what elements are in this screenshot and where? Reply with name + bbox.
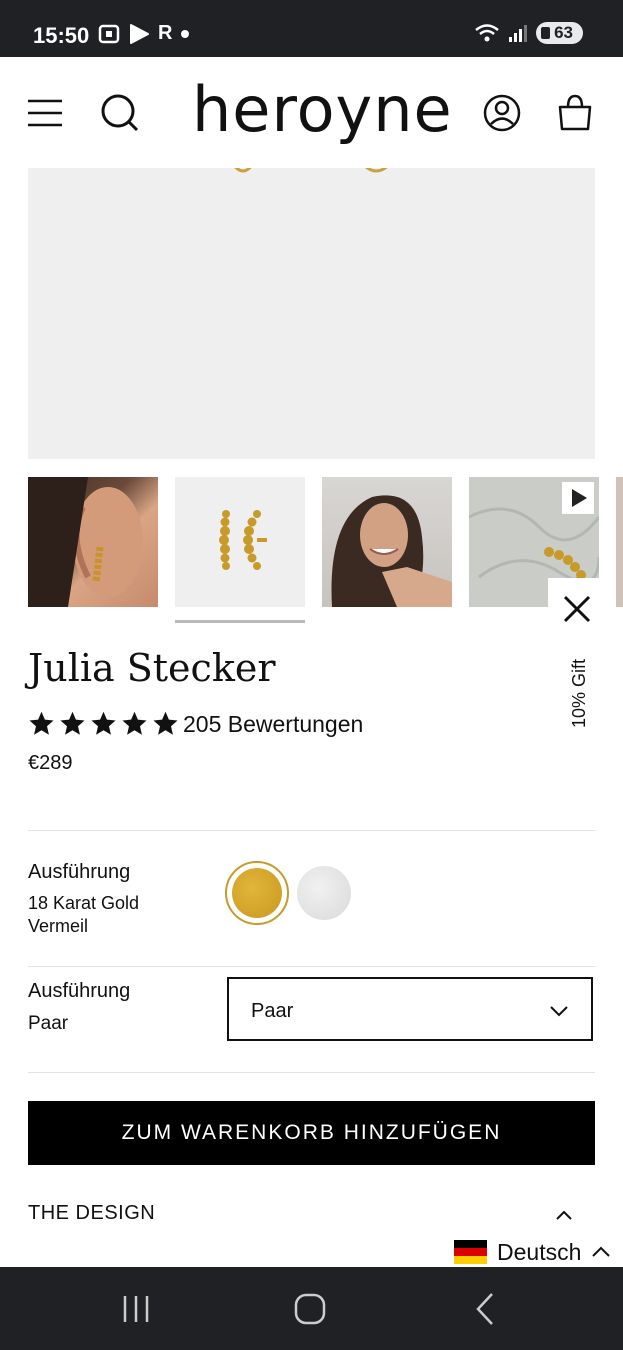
product-title: Julia Stecker [28, 646, 276, 690]
home-icon[interactable] [290, 1289, 330, 1329]
product-main-image[interactable] [28, 168, 595, 459]
language-label: Deutsch [497, 1238, 582, 1265]
design-section-title[interactable]: THE DESIGN [28, 1202, 155, 1225]
review-count[interactable]: 205 Bewertungen [183, 711, 363, 738]
thumbnail-next-partial[interactable] [616, 477, 623, 607]
variant-option-value: Paar [28, 1013, 69, 1034]
menu-icon[interactable] [26, 93, 66, 133]
product-price: €289 [28, 752, 73, 774]
signal-icon [509, 25, 528, 42]
thumbnail-strip [28, 477, 623, 607]
language-switcher[interactable]: Deutsch [446, 1236, 623, 1268]
finish-option-label: Ausführung [28, 861, 131, 883]
status-time: 15:50 [33, 23, 90, 48]
rating-stars[interactable] [28, 710, 179, 737]
add-to-cart-button[interactable]: ZUM WARENKORB HINZUFÜGEN [28, 1101, 595, 1165]
wifi-icon [475, 24, 499, 42]
star-icon [153, 711, 178, 735]
divider [28, 966, 595, 967]
chevron-up-icon[interactable] [554, 1205, 574, 1225]
divider [28, 830, 595, 831]
model-photo-icon [331, 495, 452, 607]
dot-icon [181, 29, 190, 38]
finish-option-value: 18 Karat Gold Vermeil [28, 893, 140, 936]
germany-flag-icon [454, 1240, 487, 1264]
status-bar: 15:50 R 63 [0, 0, 623, 57]
thumbnail-earrings-product[interactable] [175, 477, 305, 607]
cart-icon[interactable] [555, 93, 595, 133]
swatch-gold-selected-ring[interactable] [225, 861, 289, 925]
swatch-silver[interactable] [297, 866, 351, 920]
search-icon[interactable] [100, 93, 140, 133]
play-icon[interactable] [562, 482, 594, 514]
chevron-up-icon [592, 1246, 611, 1257]
battery-icon: 63 [536, 22, 583, 44]
variant-option-label: Ausführung [28, 980, 131, 1002]
ear-photo-icon [28, 477, 143, 607]
variant-select-value: Paar [251, 1000, 294, 1022]
gift-tab-label[interactable]: 10% Gift [569, 659, 590, 728]
earrings-photo-icon [219, 510, 267, 570]
play-icon [130, 23, 149, 44]
thumbnail-ear-model[interactable] [28, 477, 158, 607]
chevron-down-icon [550, 1006, 568, 1017]
swatch-gold[interactable] [232, 868, 282, 918]
close-icon[interactable] [562, 594, 592, 624]
earring-image-top [234, 168, 388, 173]
system-nav-bar [0, 1267, 623, 1350]
back-icon[interactable] [466, 1289, 506, 1329]
star-icon [91, 711, 116, 735]
thumbnail-active-indicator [175, 620, 305, 623]
site-logo[interactable]: heroyne [192, 73, 453, 146]
variant-select[interactable]: Paar [227, 977, 593, 1041]
site-header: heroyne [0, 57, 623, 168]
star-icon [60, 711, 85, 735]
divider [28, 1072, 595, 1073]
account-icon[interactable] [482, 93, 522, 133]
recent-apps-icon[interactable] [116, 1289, 156, 1329]
screenshot-icon [98, 24, 120, 43]
star-icon [122, 711, 147, 735]
status-icons-right: 63 [474, 22, 583, 44]
thumbnail-smiling-model[interactable] [322, 477, 452, 607]
star-icon [29, 711, 54, 735]
status-icons-left: R [98, 22, 190, 45]
carrier-icon: R [158, 22, 173, 44]
